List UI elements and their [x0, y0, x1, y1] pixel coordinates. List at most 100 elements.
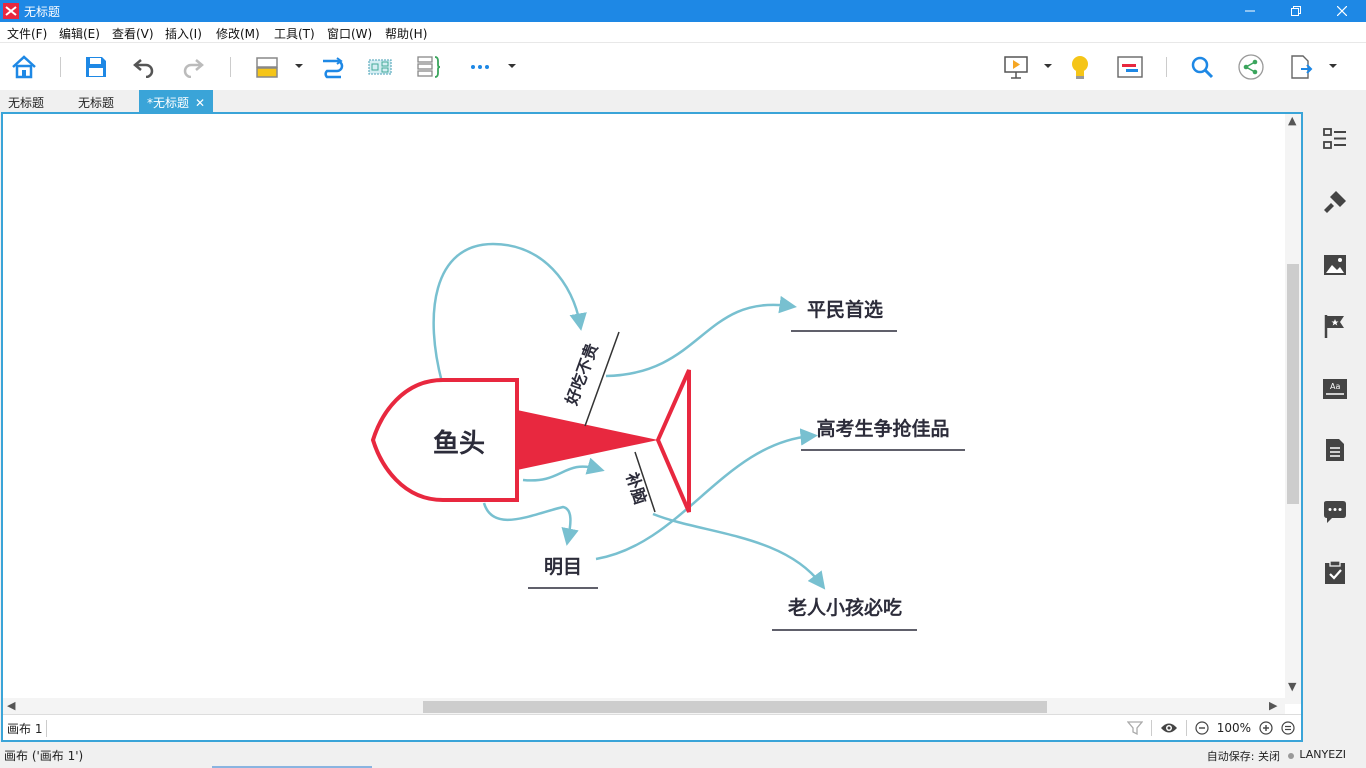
- gantt-icon: [1117, 56, 1143, 78]
- presentation-dropdown-chevron-icon[interactable]: [1043, 61, 1053, 71]
- menu-insert[interactable]: 插入(I): [165, 25, 202, 42]
- central-topic[interactable]: 鱼头: [433, 429, 485, 459]
- topic-icon: [256, 57, 278, 78]
- format-brush-icon[interactable]: [1322, 189, 1348, 215]
- toolbar-separator: [1166, 57, 1167, 77]
- sheetbar-separator: [1150, 720, 1152, 736]
- vertical-scrollbar[interactable]: ▲ ▼: [1285, 114, 1301, 704]
- menu-help[interactable]: 帮助(H): [385, 25, 427, 42]
- scroll-left-icon[interactable]: ◀: [7, 699, 15, 712]
- tab-label: 无标题: [8, 96, 45, 110]
- boundary-button[interactable]: [413, 51, 445, 83]
- menu-edit[interactable]: 编辑(E): [59, 25, 100, 42]
- presentation-button[interactable]: [1000, 51, 1032, 83]
- document-tabs: 无标题 无标题 *无标题 ✕: [0, 90, 1366, 112]
- export-button[interactable]: [1285, 51, 1317, 83]
- export-dropdown-chevron-icon[interactable]: [1328, 61, 1338, 71]
- fish-tail-shape: [655, 369, 691, 513]
- tab-untitled-1[interactable]: 无标题: [0, 90, 52, 112]
- more-dropdown-chevron-icon[interactable]: [507, 61, 517, 71]
- summary-button[interactable]: [364, 51, 396, 83]
- menu-modify[interactable]: 修改(M): [216, 25, 260, 42]
- toolbar-separator: [60, 57, 61, 77]
- topic-exam-students[interactable]: 高考生争抢佳品: [816, 417, 949, 440]
- relationship-line[interactable]: [482, 502, 579, 546]
- presentation-icon: [1004, 56, 1028, 79]
- relationship-icon: [323, 57, 344, 79]
- topic-dropdown-chevron-icon[interactable]: [294, 61, 304, 71]
- more-button[interactable]: [464, 51, 496, 83]
- redo-button[interactable]: [177, 51, 209, 83]
- gantt-button[interactable]: [1114, 51, 1146, 83]
- topic-button[interactable]: [251, 51, 283, 83]
- topic-commoner-choice[interactable]: 平民首选: [807, 298, 883, 321]
- topic-elderly-children[interactable]: 老人小孩必吃: [788, 596, 902, 619]
- vertical-scroll-thumb[interactable]: [1287, 264, 1299, 504]
- menu-view[interactable]: 查看(V): [112, 25, 154, 42]
- idea-button[interactable]: [1064, 51, 1096, 83]
- horizontal-scrollbar[interactable]: ◀ ▶: [3, 698, 1285, 714]
- status-canvas-name: 画布 ('画布 1'): [4, 749, 84, 763]
- sheet-tab[interactable]: 画布 1: [7, 720, 48, 737]
- mindmap-drawing: 鱼头 好吃不贵 补脑 平民首选 高考生争抢佳品 明目 老人小孩必吃: [370, 242, 965, 631]
- eye-icon[interactable]: [1160, 721, 1178, 735]
- status-bar: 画布 ('画布 1') 自动保存: 关闭 LANYEZI: [0, 742, 1366, 768]
- search-button[interactable]: [1186, 51, 1218, 83]
- app-logo-icon: [3, 3, 19, 19]
- sheet-bar: 画布 1 100%: [3, 714, 1301, 740]
- topic-eyesight[interactable]: 明目: [544, 556, 582, 578]
- relationship-line[interactable]: [652, 512, 826, 590]
- relationship-line[interactable]: [595, 428, 818, 561]
- undo-button[interactable]: [128, 51, 160, 83]
- comment-icon[interactable]: [1322, 499, 1348, 525]
- relationship-button[interactable]: [316, 51, 348, 83]
- tab-close-icon[interactable]: ✕: [195, 96, 205, 110]
- relationship-line[interactable]: [432, 242, 587, 387]
- more-icon: [471, 65, 489, 69]
- tab-untitled-2[interactable]: 无标题: [70, 90, 122, 112]
- marker-flag-icon[interactable]: [1322, 313, 1348, 339]
- relationship-line[interactable]: [522, 457, 605, 482]
- menu-bar: 文件(F) 编辑(E) 查看(V) 插入(I) 修改(M) 工具(T) 窗口(W…: [0, 22, 1366, 42]
- scroll-up-icon[interactable]: ▲: [1288, 114, 1296, 127]
- zoom-in-icon[interactable]: [1259, 721, 1273, 735]
- scroll-down-icon[interactable]: ▼: [1288, 680, 1296, 693]
- minimize-button[interactable]: [1227, 0, 1273, 22]
- tab-untitled-active[interactable]: *无标题 ✕: [139, 90, 214, 112]
- menu-tools[interactable]: 工具(T): [274, 25, 315, 42]
- user-status-dot: [1288, 753, 1294, 759]
- tab-label: 无标题: [78, 96, 115, 110]
- menu-file[interactable]: 文件(F): [7, 25, 47, 42]
- toolbar-separator: [230, 57, 231, 77]
- text-style-icon[interactable]: Aa: [1322, 376, 1348, 402]
- filter-icon[interactable]: [1126, 720, 1143, 736]
- zoom-out-icon[interactable]: [1195, 721, 1209, 735]
- relationship-line[interactable]: [605, 295, 797, 378]
- save-icon: [86, 57, 106, 77]
- close-button[interactable]: [1319, 0, 1365, 22]
- maximize-button[interactable]: [1273, 0, 1319, 22]
- user-name[interactable]: LANYEZI: [1299, 748, 1346, 761]
- sheetbar-controls: 100%: [1126, 718, 1295, 738]
- save-button[interactable]: [80, 51, 112, 83]
- menu-window[interactable]: 窗口(W): [327, 25, 372, 42]
- scroll-right-icon[interactable]: ▶: [1269, 699, 1277, 712]
- right-side-panel: Aa: [1305, 112, 1366, 742]
- notes-icon[interactable]: [1322, 437, 1348, 463]
- horizontal-scroll-thumb[interactable]: [423, 701, 1047, 713]
- export-icon: [1291, 55, 1313, 79]
- zoom-level[interactable]: 100%: [1217, 721, 1251, 735]
- share-button[interactable]: [1235, 51, 1267, 83]
- image-icon[interactable]: [1322, 252, 1348, 278]
- sheetbar-separator: [1185, 720, 1187, 736]
- outline-icon[interactable]: [1322, 126, 1348, 152]
- autosave-status[interactable]: 自动保存: 关闭: [1207, 748, 1280, 764]
- toolbar: [0, 42, 1366, 90]
- window-title: 无标题: [24, 5, 61, 19]
- bone-label-brain[interactable]: 补脑: [622, 469, 650, 506]
- task-icon[interactable]: [1322, 559, 1348, 585]
- mindmap-canvas[interactable]: 鱼头 好吃不贵 补脑 平民首选 高考生争抢佳品 明目 老人小孩必吃: [3, 114, 1285, 704]
- home-button[interactable]: [8, 51, 40, 83]
- svg-text:Aa: Aa: [1330, 382, 1340, 391]
- fit-map-icon[interactable]: [1281, 721, 1295, 735]
